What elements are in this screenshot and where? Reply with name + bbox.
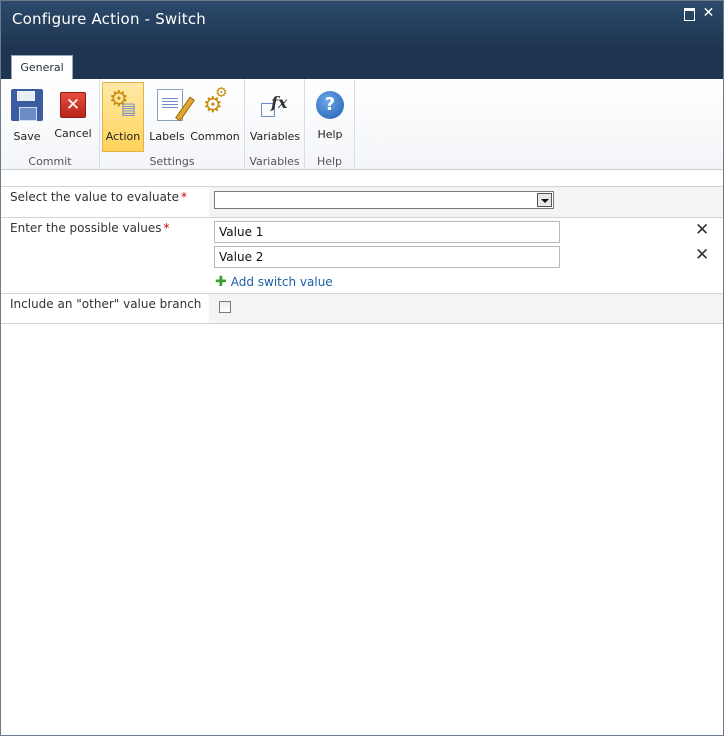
- form-row-other-branch: Include an "other" value branch: [1, 293, 723, 324]
- value-input-2[interactable]: Value 2: [214, 246, 560, 268]
- ribbon-group-help: ? Help Help: [305, 79, 355, 170]
- form-row-possible-values: Enter the possible values * Value 1 ✕ Val…: [1, 217, 723, 293]
- other-branch-label-text: Include an "other" value branch: [10, 297, 202, 311]
- tab-general[interactable]: General: [11, 55, 73, 79]
- ribbon-group-label: Settings: [149, 155, 195, 168]
- action-button[interactable]: ⚙ ▤ Action: [102, 82, 144, 152]
- value-input-1[interactable]: Value 1: [214, 221, 560, 243]
- ribbon-group-label: Commit: [28, 155, 72, 168]
- other-branch-checkbox[interactable]: [219, 301, 231, 313]
- form-row-evaluate: Select the value to evaluate *: [1, 186, 723, 217]
- common-gears-icon: ⚙ ⚙: [203, 85, 228, 118]
- common-button-label: Common: [190, 130, 240, 143]
- required-marker: *: [181, 190, 188, 204]
- configure-action-dialog: Configure Action - Switch ✕ General Save…: [0, 0, 724, 736]
- help-button-label: Help: [317, 128, 343, 141]
- remove-value-2-icon[interactable]: ✕: [695, 247, 709, 264]
- variables-button-label: Variables: [249, 130, 301, 143]
- cancel-button-label: Cancel: [54, 127, 92, 140]
- labels-icon: [157, 89, 195, 122]
- dialog-title: Configure Action - Switch: [12, 10, 206, 28]
- help-icon: ?: [316, 91, 344, 119]
- remove-value-1-icon[interactable]: ✕: [695, 222, 709, 239]
- ribbon-group-variables: fx Variables Variables: [245, 79, 305, 170]
- save-icon: [11, 89, 43, 121]
- cancel-icon: ✕: [60, 92, 86, 118]
- ribbon: Save ✕ Cancel Commit ⚙ ▤ Action Labels ⚙…: [1, 79, 723, 170]
- add-plus-icon: ✚: [215, 274, 227, 290]
- action-gears-icon: ⚙ ▤: [109, 87, 137, 118]
- possible-values-label-text: Enter the possible values: [10, 221, 162, 235]
- labels-button[interactable]: Labels: [148, 83, 195, 151]
- action-button-label: Action: [105, 130, 141, 143]
- ribbon-group-label: Variables: [249, 155, 300, 168]
- required-marker: *: [163, 221, 170, 235]
- ribbon-group-settings: ⚙ ▤ Action Labels ⚙ ⚙ Common Settings: [100, 79, 245, 170]
- other-branch-cell: [209, 294, 723, 323]
- evaluate-label: Select the value to evaluate *: [1, 187, 209, 217]
- variables-button[interactable]: fx Variables: [249, 83, 301, 151]
- evaluate-select[interactable]: [214, 191, 554, 209]
- maximize-icon[interactable]: [683, 7, 696, 21]
- ribbon-group-commit: Save ✕ Cancel Commit: [1, 79, 100, 170]
- title-bar: Configure Action - Switch ✕: [1, 1, 723, 49]
- possible-values-cell: Value 1 ✕ Value 2 ✕ ✚ Add switch value: [209, 218, 723, 293]
- cancel-button[interactable]: ✕ Cancel: [51, 83, 95, 151]
- chevron-down-icon[interactable]: [537, 193, 552, 207]
- save-button-label: Save: [13, 130, 41, 143]
- ribbon-tab-strip: General: [1, 49, 723, 79]
- labels-button-label: Labels: [149, 130, 185, 143]
- close-icon[interactable]: ✕: [702, 6, 715, 20]
- evaluate-value-cell: [209, 187, 723, 217]
- save-button[interactable]: Save: [7, 83, 47, 151]
- common-button[interactable]: ⚙ ⚙ Common: [190, 83, 240, 151]
- other-branch-label: Include an "other" value branch: [1, 294, 209, 323]
- help-button[interactable]: ? Help: [314, 83, 346, 151]
- evaluate-label-text: Select the value to evaluate: [10, 190, 180, 204]
- add-switch-value-link[interactable]: ✚ Add switch value: [215, 275, 333, 289]
- variables-fx-icon: fx: [259, 89, 291, 121]
- add-switch-value-label: Add switch value: [230, 275, 333, 289]
- possible-values-label: Enter the possible values *: [1, 218, 209, 293]
- ribbon-group-label: Help: [316, 155, 343, 168]
